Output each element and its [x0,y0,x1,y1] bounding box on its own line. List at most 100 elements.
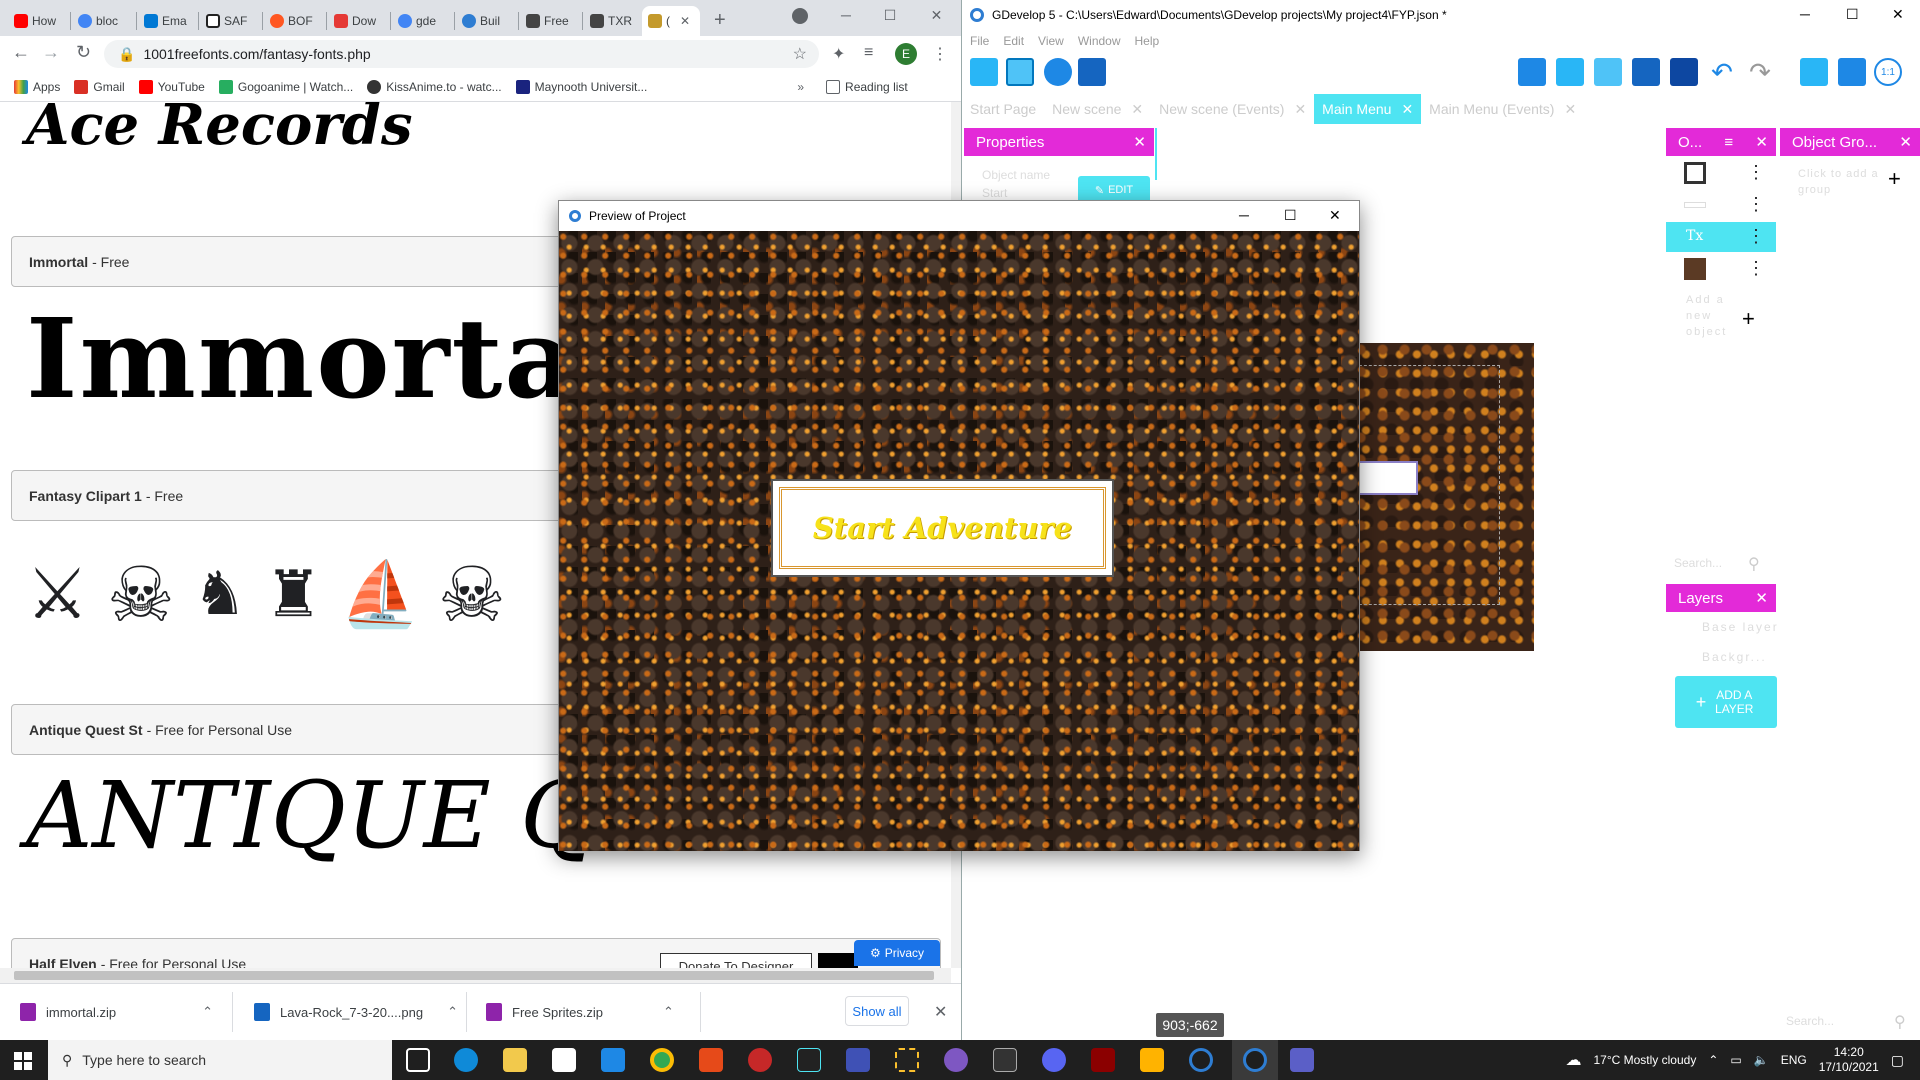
bookmark-star-icon[interactable]: ☆ [793,44,807,64]
privacy-button[interactable]: ⚙ Privacy [854,940,940,966]
app-icon[interactable] [846,1048,870,1072]
minimize-icon[interactable]: ─ [824,0,868,30]
layers-icon[interactable] [1670,58,1698,86]
language-indicator[interactable]: ENG [1781,1053,1807,1067]
more-bookmarks-icon[interactable]: » [797,80,804,94]
terminal-icon[interactable] [993,1048,1017,1072]
close-tab-icon[interactable]: ✕ [680,14,690,28]
project-manager-icon[interactable] [970,58,998,86]
lava-sprite-icon[interactable] [1684,258,1706,280]
discord-icon[interactable] [1042,1048,1066,1072]
undo-icon[interactable]: ↶ [1708,57,1736,87]
instances-list-icon[interactable] [1632,58,1660,86]
app-icon[interactable] [895,1048,919,1072]
menu-window[interactable]: Window [1078,34,1121,48]
store-icon[interactable] [552,1048,576,1072]
tab-new-scene-events[interactable]: New scene (Events) ✕ [1151,94,1314,124]
menu-file[interactable]: File [970,34,989,48]
browser-tab[interactable]: BOF [264,6,324,36]
close-icon[interactable]: ✕ [1294,101,1306,118]
clock[interactable]: 14:20 17/10/2021 [1819,1045,1879,1075]
scroll-thumb[interactable] [14,971,934,980]
chevron-up-icon[interactable]: ⌃ [1708,1053,1718,1067]
chevron-up-icon[interactable]: ⌃ [663,1004,674,1020]
browser-tab[interactable]: Buil [456,6,516,36]
menu-edit[interactable]: Edit [1003,34,1024,48]
new-tab-icon[interactable]: + [714,9,726,32]
browser-tab[interactable]: gde [392,6,452,36]
bookmark-apps[interactable]: Apps [14,79,60,94]
font-header-fantasy-clipart[interactable]: Fantasy Clipart 1- Free [11,470,571,521]
forward-icon[interactable]: → [42,42,60,63]
mail-icon[interactable] [601,1048,625,1072]
close-icon[interactable]: ✕ [1401,101,1413,118]
search-icon[interactable]: ⚲ [1894,1012,1906,1032]
close-icon[interactable]: ✕ [1131,101,1143,118]
close-icon[interactable]: ✕ [1755,133,1768,151]
chrome-icon[interactable] [650,1048,674,1072]
media-icon[interactable]: ≡ [864,44,873,62]
task-view-icon[interactable] [406,1048,430,1072]
layer-background[interactable]: Backgr... [1702,650,1767,664]
windows-start-icon[interactable] [14,1052,32,1070]
menu-help[interactable]: Help [1135,34,1160,48]
close-icon[interactable]: ✕ [1755,589,1768,607]
game-canvas[interactable]: Start Adventure [559,231,1359,851]
chevron-up-icon[interactable]: ⌃ [447,1004,458,1020]
donate-button[interactable]: Donate To Designer [660,953,812,968]
bookmark-youtube[interactable]: YouTube [138,79,205,94]
file-explorer-icon[interactable] [503,1048,527,1072]
browser-tab[interactable]: How [8,6,66,36]
tab-new-scene[interactable]: New scene ✕ [1044,94,1151,124]
debugger-icon[interactable] [1078,58,1106,86]
object-groups-icon[interactable] [1556,58,1584,86]
bookmark-gogoanime[interactable]: Gogoanime | Watch... [218,79,353,94]
add-group-icon[interactable]: + [1888,166,1901,192]
properties-icon[interactable] [1594,58,1622,86]
font-header-half-elven[interactable]: Half Elven - Free for Personal Use Donate… [11,938,941,968]
tab-main-menu[interactable]: Main Menu ✕ [1314,94,1422,124]
bookmark-kissanime[interactable]: KissAnime.to - watc... [367,79,502,94]
browser-tab[interactable]: Dow [328,6,388,36]
tab-main-menu-events[interactable]: Main Menu (Events) ✕ [1421,94,1584,124]
object-menu-icon[interactable]: ⋮ [1747,258,1765,279]
object-line-icon[interactable] [1684,202,1706,208]
taskbar-search[interactable]: ⚲ Type here to search [48,1040,392,1080]
font-header-immortal[interactable]: Immortal - Free [11,236,571,287]
layer-base[interactable]: Base layer [1702,620,1779,634]
font-header-antique-quest[interactable]: Antique Quest St - Free for Personal Use [11,704,571,755]
close-icon[interactable]: ✕ [1899,133,1912,151]
browser-tab[interactable]: Free [520,6,580,36]
object-square-icon[interactable] [1684,162,1706,184]
menu-view[interactable]: View [1038,34,1064,48]
tab-search-icon[interactable] [792,8,808,24]
teams-icon[interactable] [1290,1048,1314,1072]
menu-dots-icon[interactable]: ⋮ [932,44,948,64]
office-icon[interactable] [699,1048,723,1072]
scene-icon[interactable] [1006,58,1034,86]
close-icon[interactable]: ✕ [1133,133,1146,151]
delete-icon[interactable] [1800,58,1828,86]
object-menu-icon[interactable]: ⋮ [1747,194,1765,215]
scene-editor-canvas[interactable] [1354,343,1534,651]
gdevelop-preview-icon[interactable] [1243,1048,1267,1072]
browser-tab[interactable]: Ema [138,6,196,36]
tab-start-page[interactable]: Start Page [962,94,1044,124]
profile-avatar[interactable]: E [895,43,917,65]
horizontal-scrollbar[interactable] [0,968,951,983]
close-window-icon[interactable]: ✕ [1892,6,1904,23]
browser-tab-active[interactable]: (✕ [642,6,700,36]
notifications-icon[interactable]: ▢ [1891,1052,1904,1069]
maximize-icon[interactable]: ☐ [1284,207,1297,224]
edge-icon[interactable] [454,1048,478,1072]
show-all-button[interactable]: Show all [845,996,909,1026]
app-icon[interactable] [944,1048,968,1072]
close-icon[interactable]: ✕ [1564,101,1576,118]
close-downloads-icon[interactable]: ✕ [934,1002,947,1022]
address-bar[interactable]: 🔒 1001freefonts.com/fantasy-fonts.php ☆ [104,40,819,68]
object-menu-icon[interactable]: ⋮ [1747,226,1765,247]
download-item[interactable]: Free Sprites.zip ⌃ [486,994,674,1030]
app-icon[interactable] [748,1048,772,1072]
bookmark-gmail[interactable]: Gmail [74,79,125,94]
grid-icon[interactable] [1838,58,1866,86]
